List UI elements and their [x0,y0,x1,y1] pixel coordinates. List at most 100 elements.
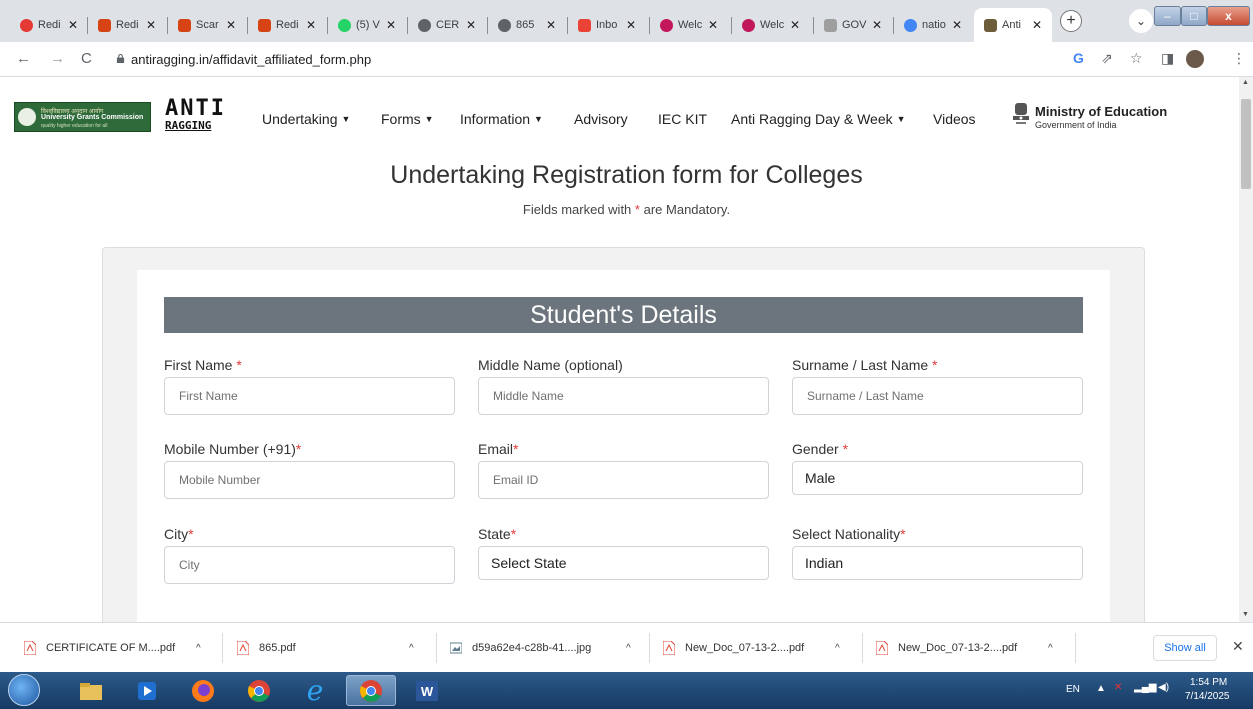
chrome-active-icon[interactable] [346,675,396,706]
download-item[interactable]: New_Doc_07-13-2....pdf ^ [876,623,1066,673]
mobile-label: Mobile Number (+91)* [164,441,302,457]
gender-select[interactable]: Male [792,461,1083,495]
browser-tab[interactable]: Inbo ✕ [568,8,650,42]
nav-forms[interactable]: Forms ▼ [381,111,434,127]
tab-close-icon[interactable]: ✕ [872,18,882,32]
chevron-up-icon[interactable]: ^ [196,643,201,654]
tab-close-icon[interactable]: ✕ [466,18,476,32]
ministry-name: Ministry of Education [1035,104,1168,119]
last-name-input[interactable] [792,377,1083,415]
network-icon[interactable]: ✕ [1114,682,1122,693]
chevron-up-icon[interactable]: ^ [409,643,414,654]
chevron-up-icon[interactable]: ^ [626,643,631,654]
download-item[interactable]: CERTIFICATE OF M....pdf ^ [24,623,214,673]
close-download-shelf-icon[interactable]: ✕ [1232,638,1244,655]
tab-close-icon[interactable]: ✕ [708,18,718,32]
lock-icon[interactable] [116,54,125,63]
browser-tab[interactable]: 865 ✕ [488,8,568,42]
bookmark-star-icon[interactable]: ☆ [1130,50,1143,67]
tab-close-icon[interactable]: ✕ [546,18,556,32]
clock-date[interactable]: 7/14/2025 [1185,691,1230,702]
share-icon[interactable]: ⇗ [1101,50,1113,67]
nav-information[interactable]: Information ▼ [460,111,543,127]
email-input[interactable] [478,461,769,499]
browser-tab[interactable]: Welc ✕ [732,8,814,42]
first-name-input[interactable] [164,377,455,415]
tab-close-icon[interactable]: ✕ [146,18,156,32]
chevron-up-icon[interactable]: ^ [1048,643,1053,654]
download-item[interactable]: New_Doc_07-13-2....pdf ^ [663,623,853,673]
download-item[interactable]: 865.pdf ^ [237,623,427,673]
signal-strength-icon[interactable]: ▂▄▆ [1134,682,1156,693]
browser-tab[interactable]: Redi ✕ [88,8,168,42]
browser-tab[interactable]: Redi ✕ [248,8,328,42]
tab-favicon-icon [178,18,191,32]
google-lens-icon[interactable]: G [1073,50,1084,66]
middle-name-input[interactable] [478,377,769,415]
nav-undertaking[interactable]: Undertaking ▼ [262,111,350,127]
pdf-file-icon [24,641,36,655]
browser-tab[interactable]: Welc ✕ [650,8,732,42]
start-button[interactable] [8,674,40,706]
nav-advisory[interactable]: Advisory [574,111,628,127]
tab-close-icon[interactable]: ✕ [790,18,800,32]
browser-menu-icon[interactable]: ⋮ [1232,50,1246,67]
reload-icon[interactable]: C [81,50,92,67]
scroll-up-icon[interactable]: ▲ [1242,79,1249,86]
media-player-icon[interactable] [122,675,172,706]
internet-explorer-icon[interactable]: e [290,674,340,707]
browser-tab[interactable]: (5) V ✕ [328,8,408,42]
firefox-icon[interactable] [178,675,228,706]
language-indicator[interactable]: EN [1066,684,1080,695]
show-all-downloads-button[interactable]: Show all [1153,635,1217,661]
tab-label: Redi [116,19,139,31]
chrome-icon[interactable] [234,675,284,706]
back-arrow-icon[interactable]: ← [16,50,31,67]
forward-arrow-icon[interactable]: → [50,50,65,67]
anti-ragging-logo[interactable]: ANTI RAGGING [165,98,226,132]
side-panel-icon[interactable]: ◨ [1161,50,1174,67]
tab-favicon-icon [20,18,33,32]
nav-iec-kit[interactable]: IEC KIT [658,111,707,127]
browser-tab[interactable]: Redi ✕ [10,8,88,42]
chevron-up-icon[interactable]: ^ [835,643,840,654]
tab-close-icon[interactable]: ✕ [952,18,962,32]
tab-close-icon[interactable]: ✕ [386,18,396,32]
browser-tab[interactable]: GOV ✕ [814,8,894,42]
tab-close-icon[interactable]: ✕ [626,18,636,32]
address-bar-url[interactable]: antiragging.in/affidavit_affiliated_form… [131,52,371,67]
clock-time[interactable]: 1:54 PM [1190,677,1227,688]
file-explorer-icon[interactable] [66,675,116,706]
new-tab-button[interactable]: + [1060,10,1082,32]
tab-search-button[interactable]: ⌄ [1129,9,1153,33]
scroll-down-icon[interactable]: ▼ [1242,611,1249,618]
page-scrollbar[interactable]: ▲ ▼ [1239,77,1253,622]
tab-close-icon[interactable]: ✕ [1032,18,1042,32]
window-maximize-button[interactable]: □ [1181,6,1207,26]
window-close-button[interactable]: x [1207,6,1250,26]
window-minimize-button[interactable]: – [1154,6,1181,26]
nav-videos[interactable]: Videos [933,111,976,127]
nav-label: IEC KIT [658,111,708,127]
browser-tab[interactable]: CER ✕ [408,8,488,42]
nationality-select[interactable]: Indian [792,546,1083,580]
tab-close-icon[interactable]: ✕ [306,18,316,32]
tab-close-icon[interactable]: ✕ [226,18,236,32]
tab-close-icon[interactable]: ✕ [68,18,78,32]
divider [1075,633,1076,663]
volume-icon[interactable]: ◀) [1158,682,1169,693]
mobile-number-input[interactable] [164,461,455,499]
browser-toolbar: ← → C antiragging.in/affidavit_affiliate… [0,42,1253,77]
profile-avatar[interactable] [1186,50,1204,68]
browser-tab[interactable]: natio ✕ [894,8,974,42]
city-input[interactable] [164,546,455,584]
download-item[interactable]: d59a62e4-c28b-41....jpg ^ [450,623,640,673]
nav-anti-ragging-day[interactable]: Anti Ragging Day & Week ▼ [731,111,906,127]
show-hidden-icons-icon[interactable]: ▲ [1096,683,1106,694]
ugc-logo[interactable]: विश्वविद्यालय अनुदान आयोग University Gra… [14,102,151,132]
scrollbar-thumb[interactable] [1241,99,1251,189]
browser-tab-active[interactable]: Anti ✕ [974,8,1052,42]
state-select[interactable]: Select State [478,546,769,580]
browser-tab[interactable]: Scar ✕ [168,8,248,42]
word-icon[interactable]: W [402,675,452,706]
